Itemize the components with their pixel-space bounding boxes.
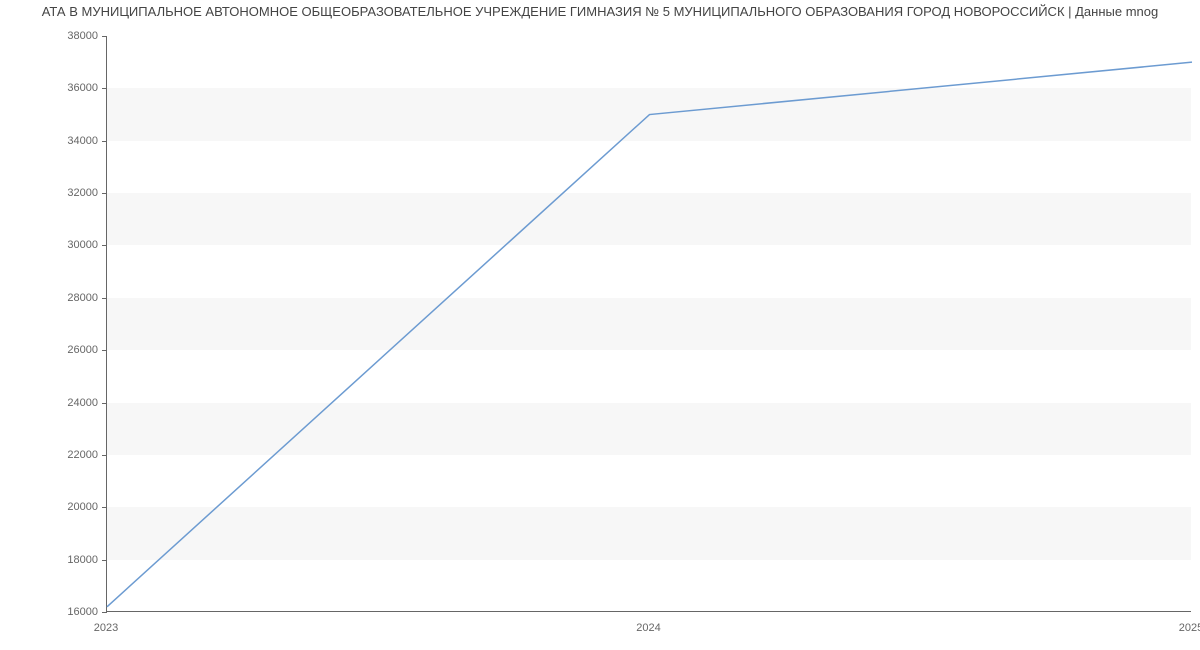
data-line xyxy=(107,62,1192,607)
x-tick-label: 2025 xyxy=(1179,622,1200,634)
y-tick-mark xyxy=(102,350,107,351)
y-tick-label: 26000 xyxy=(48,344,98,356)
y-tick-label: 34000 xyxy=(48,135,98,147)
y-tick-label: 24000 xyxy=(48,397,98,409)
y-tick-mark xyxy=(102,455,107,456)
y-tick-label: 36000 xyxy=(48,82,98,94)
y-tick-label: 16000 xyxy=(48,606,98,618)
y-tick-label: 30000 xyxy=(48,239,98,251)
y-tick-mark xyxy=(102,403,107,404)
y-tick-mark xyxy=(102,88,107,89)
y-tick-mark xyxy=(102,612,107,613)
y-tick-mark xyxy=(102,245,107,246)
y-tick-label: 38000 xyxy=(48,30,98,42)
chart-container: 16000 18000 20000 22000 24000 26000 28000 30000… xyxy=(0,0,1200,650)
x-tick-label: 2023 xyxy=(94,622,118,634)
line-svg xyxy=(107,36,1192,612)
y-tick-mark xyxy=(102,507,107,508)
y-tick-label: 28000 xyxy=(48,292,98,304)
y-tick-label: 32000 xyxy=(48,187,98,199)
y-tick-mark xyxy=(102,298,107,299)
y-tick-label: 22000 xyxy=(48,449,98,461)
x-tick-label: 2024 xyxy=(636,622,660,634)
y-tick-mark xyxy=(102,193,107,194)
plot-area xyxy=(106,36,1191,612)
y-tick-mark xyxy=(102,36,107,37)
y-tick-label: 18000 xyxy=(48,554,98,566)
y-tick-mark xyxy=(102,141,107,142)
y-tick-mark xyxy=(102,560,107,561)
y-tick-label: 20000 xyxy=(48,501,98,513)
